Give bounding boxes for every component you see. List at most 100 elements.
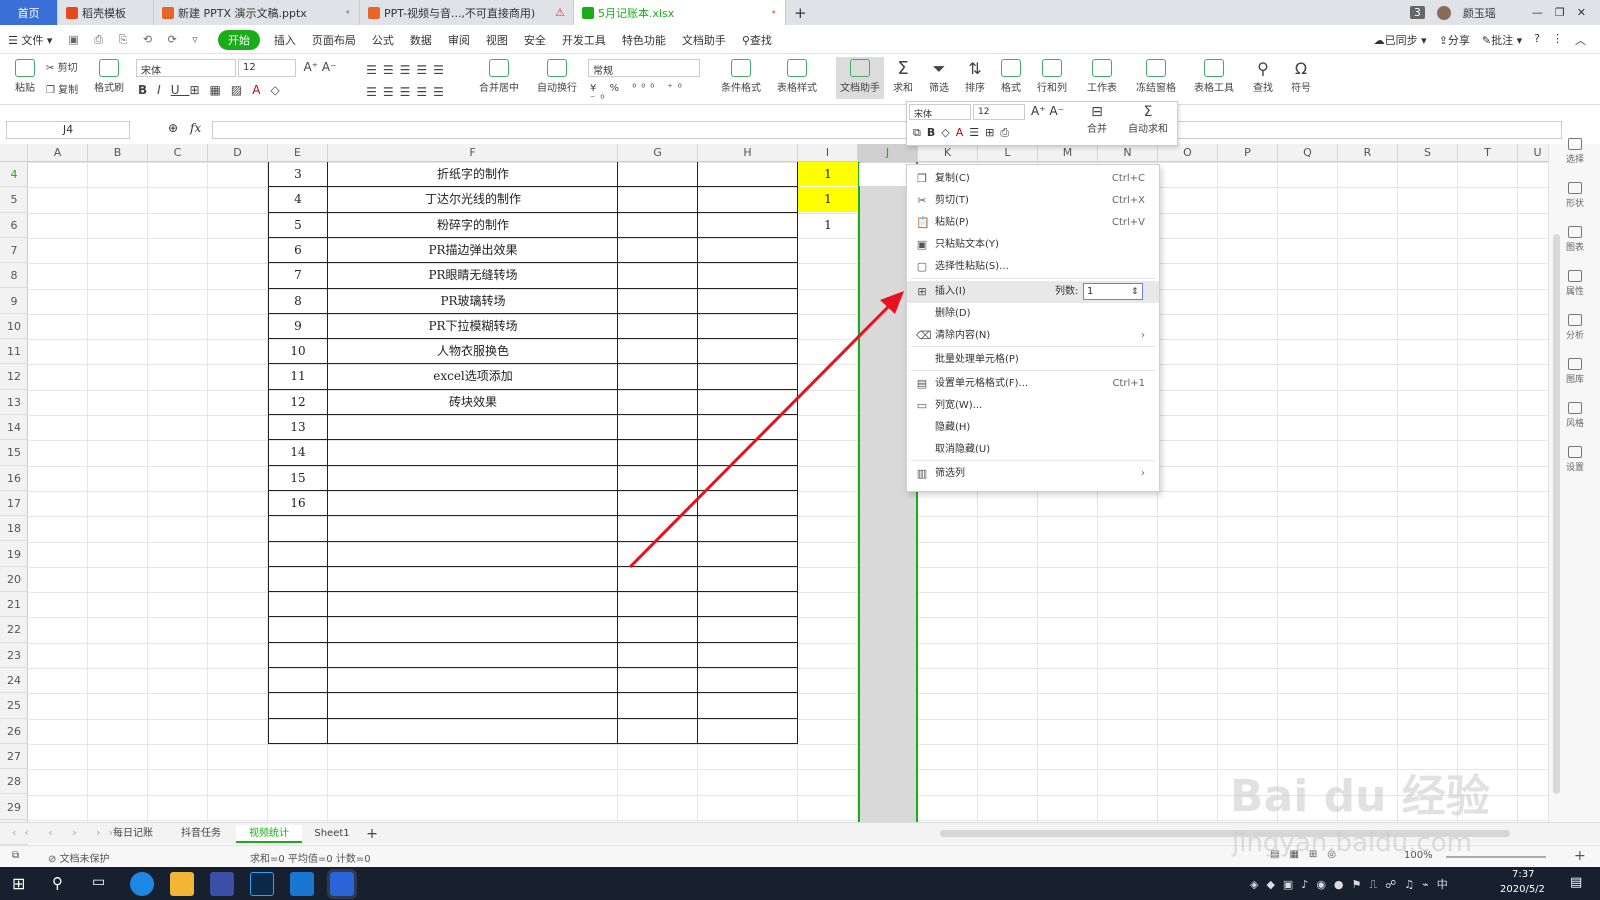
comment-button[interactable]: ✎批注 ▾ [1482,32,1522,48]
browser-app-icon[interactable] [130,872,154,896]
column-header-P[interactable]: P [1218,144,1278,162]
avatar[interactable] [1436,5,1451,20]
column-header-T[interactable]: T [1458,144,1518,162]
row-header-7[interactable]: 7 [0,238,28,264]
zoom-in-icon[interactable]: + [1574,848,1586,864]
cell-f16[interactable] [328,466,618,491]
add-sheet-button[interactable]: + [362,825,382,843]
cell-f8[interactable]: PR眼睛无缝转场 [328,263,618,288]
column-header-Q[interactable]: Q [1278,144,1338,162]
copy-button[interactable]: ❐ 复制 [46,81,86,96]
cell-f9[interactable]: PR玻璃转场 [328,289,618,314]
tablet-app-icon[interactable] [290,872,314,896]
windows-start-icon[interactable]: ⊞ [12,874,25,893]
context-menu-item-3[interactable]: ▣ 只粘贴文本(Y) [907,234,1159,256]
status-icon[interactable]: ⧉ [12,850,19,861]
file-menu[interactable]: ☰ 文件 ▾ [0,32,60,48]
row-header-10[interactable]: 10 [0,314,28,340]
context-menu-item-5[interactable]: ⊞ 插入(I) 列数: 1 ⇕ [907,281,1159,303]
filter-button[interactable]: ⏷ 筛选 [924,59,954,94]
cell-f15[interactable] [328,440,618,465]
menu-features[interactable]: 特色功能 [614,32,674,48]
row-header-20[interactable]: 20 [0,567,28,593]
tab-pptx-new[interactable]: 新建 PPTX 演示文稿.pptx • [154,0,360,25]
help-icon[interactable]: ? [1534,32,1540,48]
column-header-A[interactable]: A [28,144,88,162]
column-header-R[interactable]: R [1338,144,1398,162]
row-header-25[interactable]: 25 [0,693,28,719]
spreadsheet-grid[interactable]: 3 折纸字的制作 1 4 丁达尔光线的制作 1 5 粉碎字的制作 1 6 PR描边弹出效果 7 PR眼睛… [28,162,1548,822]
worksheet-button[interactable]: 工作表 [1082,59,1122,94]
side-panel-item-1[interactable]: 形状 [1549,182,1600,209]
cell-e4[interactable]: 3 [268,162,328,187]
column-header-L[interactable]: L [978,144,1038,162]
column-header-G[interactable]: G [618,144,698,162]
column-header-F[interactable]: F [328,144,618,162]
row-header-23[interactable]: 23 [0,643,28,668]
tab-docer[interactable]: 稻壳模板 [58,0,154,25]
clock-date[interactable]: 2020/5/2 [1500,884,1545,895]
table-style-button[interactable]: 表格样式 [770,59,824,94]
cell-e15[interactable]: 14 [268,440,328,465]
find-button[interactable]: ⚲ 查找 [1246,59,1280,94]
zoom-fx-icon[interactable]: ⊕ [168,121,178,135]
context-menu-item-1[interactable]: ✂ 剪切(T) Ctrl+X [907,190,1159,212]
cell-e17[interactable]: 16 [268,491,328,516]
name-box[interactable]: J4 [6,121,130,139]
window-count-badge[interactable]: 3 [1409,6,1425,19]
explorer-app-icon[interactable] [170,872,194,896]
menu-developer[interactable]: 开发工具 [554,32,614,48]
menu-insert[interactable]: 插入 [266,32,304,48]
conditional-format-button[interactable]: 条件格式 [716,59,766,94]
sheet-tab-video[interactable]: 视频统计 [236,825,302,843]
wps-app-icon[interactable] [327,869,357,899]
row-header-24[interactable]: 24 [0,668,28,694]
context-menu-item-6[interactable]: 删除(D) [907,303,1159,325]
column-header-O[interactable]: O [1158,144,1218,162]
cell-i6[interactable]: 1 [798,213,858,237]
merge-center-button[interactable]: 合并居中 [472,59,526,94]
cell-e7[interactable]: 6 [268,238,328,263]
row-header-16[interactable]: 16 [0,466,28,491]
context-menu-item-7[interactable]: ⌫ 清除内容(N) › [907,325,1159,347]
select-all-corner[interactable] [0,144,28,162]
column-header-I[interactable]: I [798,144,858,162]
column-header-J[interactable]: J [858,144,918,162]
row-header-13[interactable]: 13 [0,390,28,415]
row-col-button[interactable]: 行和列 [1032,59,1072,94]
column-header-D[interactable]: D [208,144,268,162]
context-menu-item-0[interactable]: ❐ 复制(C) Ctrl+C [907,168,1159,190]
menu-doc-assistant[interactable]: 文档助手 [674,32,734,48]
user-name[interactable]: 颜玉瑶 [1463,5,1496,21]
context-menu-item-8[interactable]: 批量处理单元格(P) [907,349,1159,371]
row-header-27[interactable]: 27 [0,744,28,770]
row-header-4[interactable]: 4 [0,162,28,188]
menu-home[interactable]: 开始 [217,29,260,50]
cell-e13[interactable]: 12 [268,390,328,415]
search-icon[interactable]: ⚲ [52,874,63,892]
spinner-arrows-icon[interactable]: ⇕ [1131,281,1139,303]
row-header-5[interactable]: 5 [0,187,28,213]
menu-page-layout[interactable]: 页面布局 [304,32,364,48]
context-menu-item-2[interactable]: 📋 粘贴(P) Ctrl+V [907,212,1159,234]
restore-icon[interactable]: ❐ [1555,6,1565,19]
cell-e9[interactable]: 8 [268,289,328,314]
column-header-E[interactable]: E [268,144,328,162]
row-header-18[interactable]: 18 [0,516,28,542]
cell-e14[interactable]: 13 [268,415,328,440]
row-header-22[interactable]: 22 [0,617,28,643]
row-header-12[interactable]: 12 [0,364,28,390]
doc-assistant-button[interactable]: 文档助手 [836,57,884,99]
formula-input[interactable] [212,121,1562,139]
row-header-9[interactable]: 9 [0,289,28,314]
row-header-29[interactable]: 29 [0,795,28,820]
tab-ppt-video[interactable]: PPT-视频与音...,不可直接商用) ⚠ [360,0,574,25]
align-buttons[interactable]: ☰☰☰☰☰ ☰☰☰☰☰ [358,59,458,103]
font-style-buttons[interactable]: BIU⊞▦▨A◇ [138,83,338,97]
clock-time[interactable]: 7:37 [1512,869,1534,880]
sync-button[interactable]: ☁已同步 ▾ [1374,32,1427,48]
cell-e6[interactable]: 5 [268,213,328,238]
cell-f12[interactable]: excel选项添加 [328,364,618,389]
column-header-C[interactable]: C [148,144,208,162]
new-tab-button[interactable]: + [786,0,815,25]
